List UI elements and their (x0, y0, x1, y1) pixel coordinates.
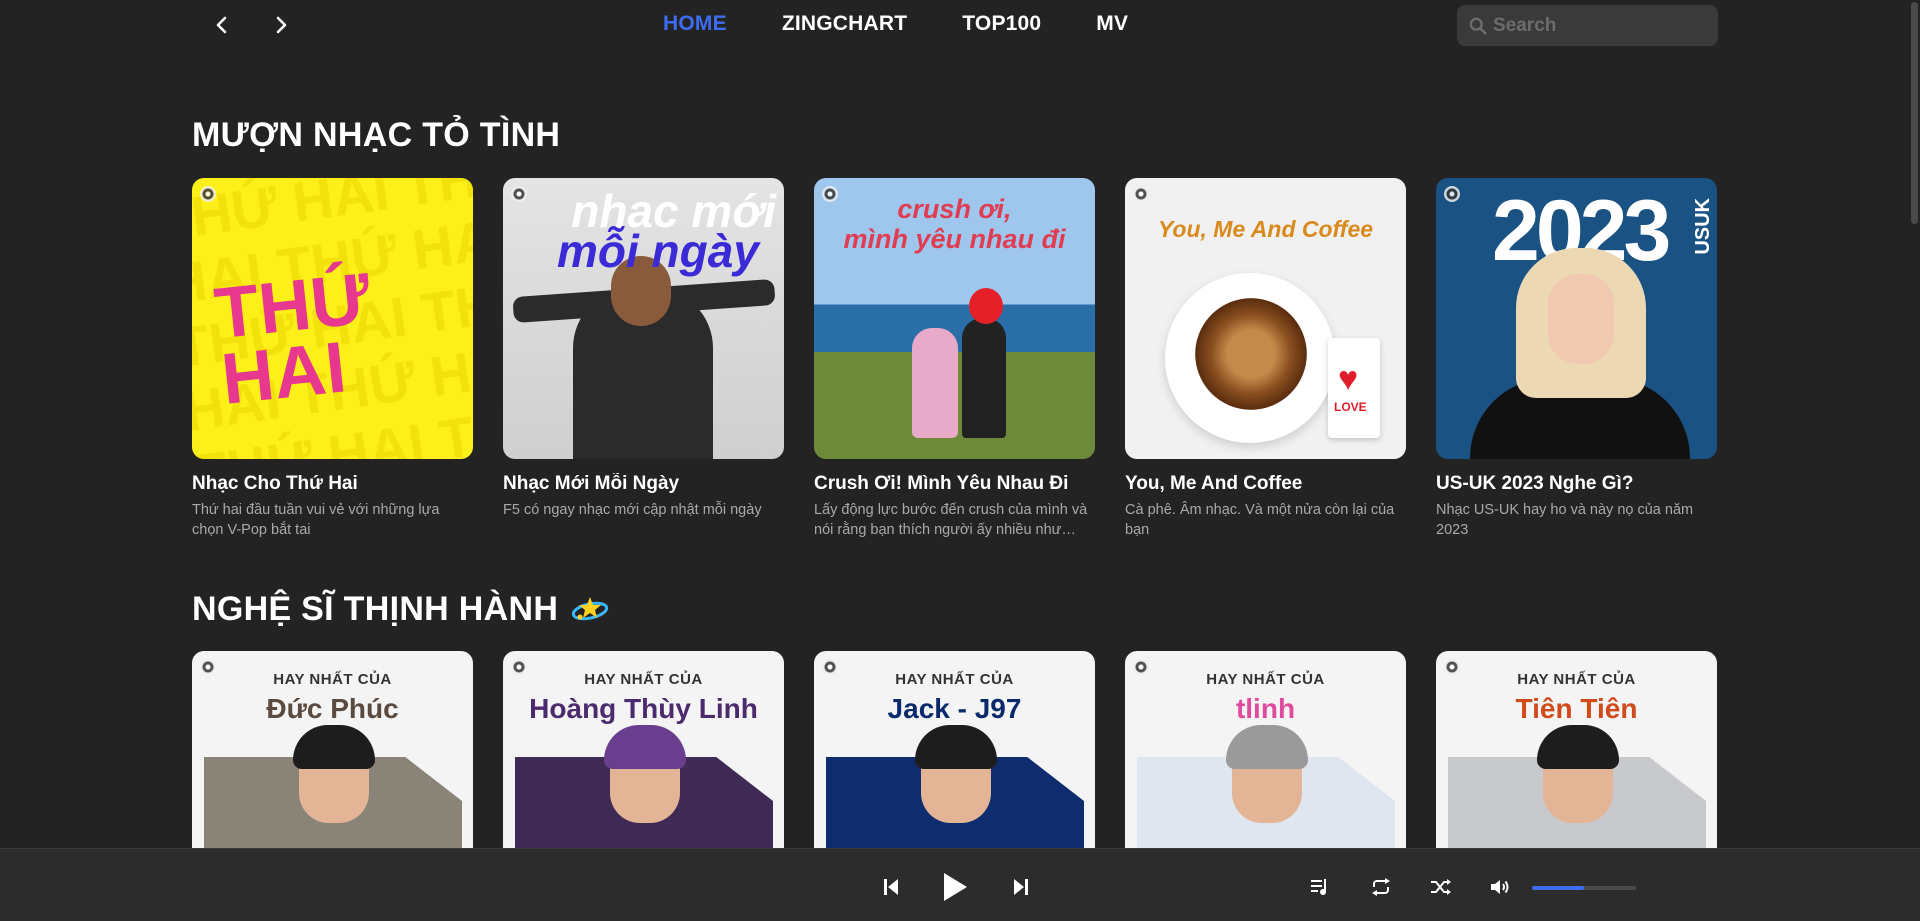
forward-arrow-icon[interactable] (266, 10, 296, 40)
playlist-row: THỨ HAI THỨ HAI THỨ HAI THỨ HAI THỨ HAI THỨ… (192, 178, 1717, 540)
disc-icon (511, 186, 527, 202)
disc-icon (1133, 659, 1149, 675)
top-navigation: HOME ZINGCHART TOP100 MV (0, 0, 1920, 52)
playlist-title[interactable]: You, Me And Coffee (1125, 473, 1406, 495)
coffee-cup-icon (1195, 298, 1307, 410)
artist-label: HAY NHẤT CỦA (273, 671, 392, 688)
section-title-text: NGHỆ SĨ THỊNH HÀNH (192, 590, 559, 628)
artist-hair (915, 725, 997, 769)
artist-label: HAY NHẤT CỦA (1206, 671, 1325, 688)
disc-icon (822, 659, 838, 675)
artist-hair (293, 725, 375, 769)
playlist-description: Nhạc US-UK hay ho và này nọ của năm 2023 (1436, 502, 1694, 538)
artist-hair (1537, 725, 1619, 769)
playlist-description: Thứ hai đầu tuần vui vẻ với những lựa ch… (192, 502, 440, 538)
artist-name: Đức Phúc (266, 693, 399, 724)
section-title-playlists: MƯỢN NHẠC TỎ TÌNH (192, 116, 561, 154)
playlist-cover[interactable]: 2023 USUK (1436, 178, 1717, 459)
playlist-title[interactable]: Nhạc Mới Mỗi Ngày (503, 473, 784, 495)
search-input[interactable] (1493, 14, 1713, 37)
scrollbar-thumb[interactable] (1911, 2, 1918, 224)
orbit-star-icon (571, 596, 609, 620)
disc-icon (1444, 186, 1460, 202)
artist-hair (604, 725, 686, 769)
playlist-card[interactable]: crush ơi, mình yêu nhau đi Crush Ơi! Mình… (814, 178, 1095, 540)
love-tag: LOVE (1328, 338, 1380, 438)
playlist-title[interactable]: Nhạc Cho Thứ Hai (192, 473, 473, 495)
menu-home[interactable]: HOME (663, 12, 727, 36)
disc-icon (822, 186, 838, 202)
cover-text-line1: crush ơi, (897, 194, 1012, 224)
playlist-cover[interactable]: You, Me And Coffee LOVE (1125, 178, 1406, 459)
next-icon[interactable] (1010, 876, 1032, 898)
previous-icon[interactable] (880, 876, 902, 898)
artist-name: tlinh (1235, 693, 1296, 724)
artist-label: HAY NHẤT CỦA (895, 671, 1014, 688)
main-menu: HOME ZINGCHART TOP100 MV (663, 12, 1183, 36)
volume-level (1532, 886, 1584, 890)
section-title-artists: NGHỆ SĨ THỊNH HÀNH (192, 590, 610, 629)
volume-icon[interactable] (1490, 877, 1512, 897)
playlist-cover[interactable]: nhac mới mỗi ngày (503, 178, 784, 459)
artist-label: HAY NHẤT CỦA (584, 671, 703, 688)
cover-text-line2: mình yêu nhau đi (843, 224, 1066, 254)
cover-text: You, Me And Coffee (1157, 216, 1374, 242)
artist-name: Hoàng Thùy Linh (529, 693, 758, 724)
disc-icon (200, 659, 216, 675)
disc-icon (200, 186, 216, 202)
playlist-queue-icon[interactable] (1309, 877, 1331, 897)
menu-zingchart[interactable]: ZINGCHART (782, 12, 907, 36)
cover-figure-face (1548, 274, 1614, 364)
repeat-icon[interactable] (1370, 877, 1392, 897)
shuffle-icon[interactable] (1430, 877, 1452, 897)
playlist-description: Lấy động lực bước đến crush của mình và … (814, 502, 1088, 538)
disc-icon (511, 659, 527, 675)
cover-text-line2: mỗi ngày (557, 225, 759, 277)
menu-top100[interactable]: TOP100 (962, 12, 1041, 36)
artist-name: Jack - J97 (887, 693, 1022, 724)
playlist-card[interactable]: 2023 USUK US-UK 2023 Nghe Gì? Nhạc US-UK… (1436, 178, 1717, 540)
disc-icon (1444, 659, 1460, 675)
playlist-cover[interactable]: THỨ HAI THỨ HAI THỨ HAI THỨ HAI THỨ HAI THỨ… (192, 178, 473, 459)
heart-balloon-icon (969, 288, 1003, 324)
disc-icon (1133, 186, 1149, 202)
tag-text: LOVE (1334, 400, 1367, 414)
menu-mv[interactable]: MV (1096, 12, 1128, 36)
playlist-cover[interactable]: crush ơi, mình yêu nhau đi (814, 178, 1095, 459)
artist-label: HAY NHẤT CỦA (1517, 671, 1636, 688)
cover-figure (912, 328, 958, 438)
search-box[interactable] (1457, 5, 1718, 46)
search-icon (1469, 17, 1487, 34)
playlist-description: F5 có ngay nhạc mới cập nhật mỗi ngày (503, 502, 762, 518)
playlist-card[interactable]: THỨ HAI THỨ HAI THỨ HAI THỨ HAI THỨ HAI THỨ… (192, 178, 473, 540)
playlist-card[interactable]: nhac mới mỗi ngày Nhạc Mới Mỗi Ngày F5 c… (503, 178, 784, 540)
back-arrow-icon[interactable] (207, 10, 237, 40)
playlist-title[interactable]: Crush Ơi! Mình Yêu Nhau Đi (814, 473, 1095, 495)
cover-side-text: USUK (1692, 198, 1714, 255)
artist-name: Tiên Tiên (1515, 693, 1638, 724)
playlist-card[interactable]: You, Me And Coffee LOVE You, Me And Coff… (1125, 178, 1406, 540)
playlist-title[interactable]: US-UK 2023 Nghe Gì? (1436, 473, 1717, 495)
play-icon[interactable] (939, 871, 971, 903)
cover-text: THỨ HAI (211, 258, 375, 420)
cover-text: crush ơi, mình yêu nhau đi (814, 194, 1095, 254)
cover-figure (962, 318, 1006, 438)
playlist-description: Cà phê. Âm nhạc. Và một nửa còn lại của … (1125, 502, 1395, 538)
artist-hair (1226, 725, 1308, 769)
